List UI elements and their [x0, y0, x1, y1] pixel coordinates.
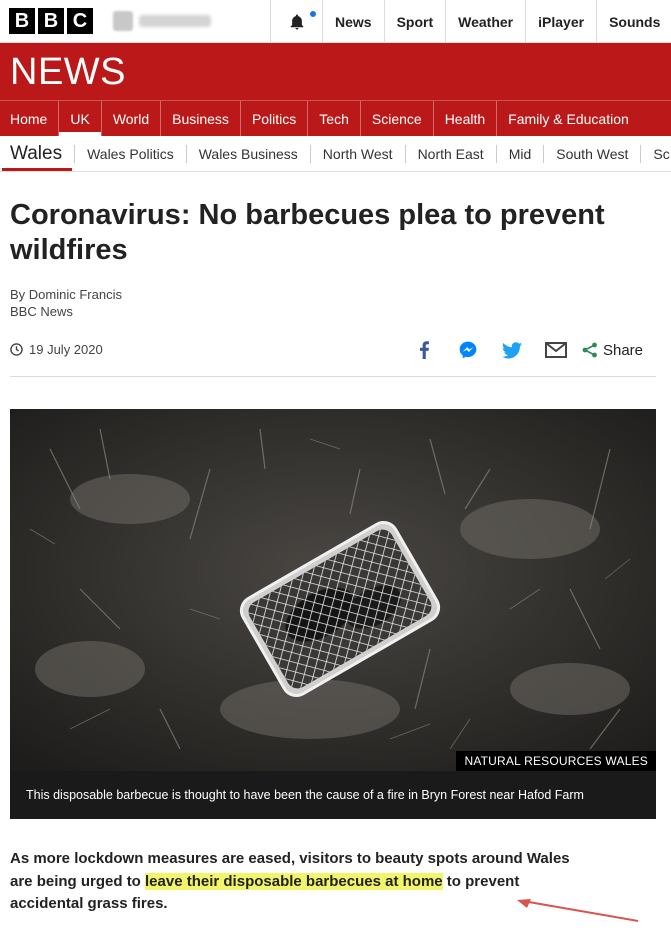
region-title[interactable]: Wales: [0, 136, 74, 171]
subnav-south-east-truncated[interactable]: Sc: [640, 144, 671, 163]
account-name-redacted: [139, 15, 211, 27]
byline-org: BBC News: [10, 304, 73, 319]
subnav-north-east[interactable]: North East: [404, 144, 496, 163]
logo-letter: C: [67, 8, 93, 34]
avatar: [113, 11, 133, 31]
nav-family-education[interactable]: Family & Education: [496, 101, 640, 136]
news-header: NEWS: [0, 43, 671, 100]
article-image: [10, 409, 656, 771]
annotation-arrow: [517, 899, 639, 922]
bbc-logo[interactable]: B B C: [9, 8, 93, 34]
image-credit: NATURAL RESOURCES WALES: [456, 751, 656, 771]
share-tools: Share: [402, 338, 643, 362]
topnav-news[interactable]: News: [322, 0, 384, 43]
nav-health[interactable]: Health: [432, 101, 496, 136]
email-share-button[interactable]: [534, 338, 578, 362]
nav-tech[interactable]: Tech: [307, 101, 360, 136]
byline: By Dominic Francis BBC News: [10, 286, 122, 320]
nav-world[interactable]: World: [100, 101, 160, 136]
share-label: Share: [602, 341, 643, 359]
notification-dot: [310, 11, 316, 17]
facebook-share-button[interactable]: [402, 338, 446, 362]
topnav-weather[interactable]: Weather: [445, 0, 525, 43]
subnav-wales-politics[interactable]: Wales Politics: [74, 144, 186, 163]
news-title[interactable]: NEWS: [10, 51, 126, 94]
topnav-iplayer[interactable]: iPlayer: [525, 0, 596, 43]
email-icon: [544, 342, 567, 358]
logo-letter: B: [9, 8, 35, 34]
topnav-sport[interactable]: Sport: [383, 0, 446, 43]
article-date: 19 July 2020: [10, 342, 103, 357]
share-icon: [582, 342, 597, 358]
intro-highlight: leave their disposable barbecues at home: [145, 872, 443, 890]
facebook-icon: [419, 341, 429, 359]
clock-icon: [10, 343, 23, 356]
nav-business[interactable]: Business: [160, 101, 240, 136]
nav-uk[interactable]: UK: [58, 101, 102, 136]
top-nav: News Sport Weather iPlayer Sounds: [270, 0, 671, 43]
image-caption: This disposable barbecue is thought to h…: [10, 771, 656, 819]
main-nav: Home UK World Business Politics Tech Sci…: [0, 100, 671, 136]
nav-science[interactable]: Science: [359, 101, 433, 136]
notifications-button[interactable]: [270, 0, 322, 43]
twitter-share-button[interactable]: [490, 338, 534, 362]
subnav-north-west[interactable]: North West: [309, 144, 405, 163]
subnav-south-west[interactable]: South West: [543, 144, 640, 163]
nav-home[interactable]: Home: [0, 101, 58, 136]
subnav-mid[interactable]: Mid: [495, 144, 544, 163]
divider: [10, 376, 656, 377]
bell-icon: [290, 14, 303, 29]
date-text: 19 July 2020: [29, 342, 103, 357]
account-blurred[interactable]: [113, 9, 263, 33]
twitter-icon: [501, 341, 522, 358]
topnav-sounds[interactable]: Sounds: [596, 0, 671, 43]
article-intro: As more lockdown measures are eased, vis…: [10, 848, 590, 916]
byline-author: By Dominic Francis: [10, 287, 122, 302]
share-button[interactable]: Share: [582, 342, 643, 359]
messenger-share-button[interactable]: [446, 338, 490, 362]
messenger-icon: [459, 341, 477, 359]
article-headline: Coronavirus: No barbecues plea to preven…: [10, 199, 605, 266]
nav-politics[interactable]: Politics: [239, 101, 307, 136]
burnt-ground-barbecue-photo: [10, 409, 656, 771]
top-bar: B B C News Sport Weather iPlayer Sounds: [0, 0, 671, 43]
logo-letter: B: [38, 8, 64, 34]
subnav-wales-business[interactable]: Wales Business: [185, 144, 310, 163]
region-subnav: Wales Wales Politics Wales Business Nort…: [0, 136, 671, 172]
